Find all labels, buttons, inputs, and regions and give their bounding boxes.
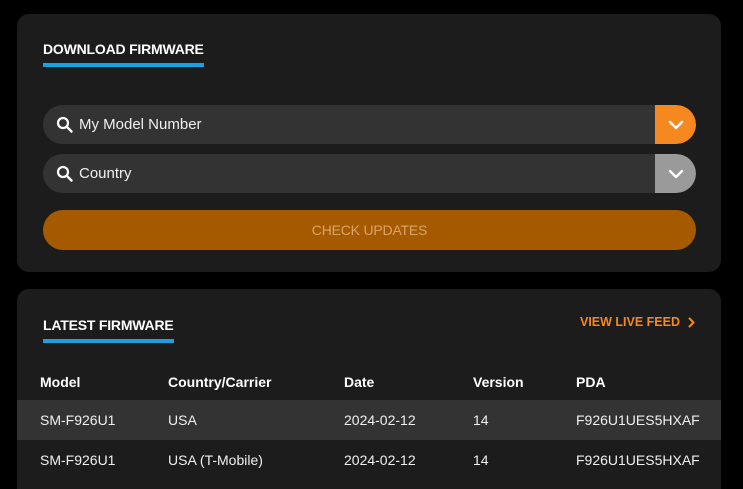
- chevron-right-icon: [688, 317, 695, 327]
- download-firmware-title: DOWNLOAD FIRMWARE: [43, 41, 204, 67]
- model-number-input[interactable]: [79, 105, 639, 144]
- column-header-pda: PDA: [576, 374, 606, 390]
- country-field[interactable]: [43, 154, 696, 193]
- latest-firmware-card: LATEST FIRMWARE VIEW LIVE FEED Model Cou…: [17, 289, 721, 489]
- search-icon: [56, 165, 73, 182]
- view-live-feed-link[interactable]: VIEW LIVE FEED: [580, 315, 695, 329]
- column-header-model: Model: [40, 374, 81, 390]
- country-dropdown-button[interactable]: [655, 154, 696, 193]
- latest-firmware-title: LATEST FIRMWARE: [43, 317, 174, 343]
- download-firmware-card: DOWNLOAD FIRMWARE CHECK UPDATES: [17, 14, 721, 272]
- cell-date: 2024-02-12: [344, 412, 416, 428]
- cell-date: 2024-02-12: [344, 452, 416, 468]
- cell-model: SM-F926U1: [40, 412, 116, 428]
- model-number-field[interactable]: [43, 105, 696, 144]
- table-row[interactable]: SM-F926U1 USA (T-Mobile) 2024-02-12 14 F…: [17, 440, 721, 480]
- chevron-down-icon: [668, 120, 683, 129]
- cell-pda: F926U1UES5HXAF: [576, 452, 700, 468]
- cell-pda: F926U1UES5HXAF: [576, 412, 700, 428]
- check-updates-button[interactable]: CHECK UPDATES: [43, 210, 696, 250]
- search-icon: [56, 116, 73, 133]
- cell-version: 14: [473, 452, 489, 468]
- firmware-table: Model Country/Carrier Date Version PDA S…: [17, 374, 721, 480]
- column-header-version: Version: [473, 374, 524, 390]
- cell-country: USA: [168, 412, 197, 428]
- column-header-country: Country/Carrier: [168, 374, 272, 390]
- cell-country: USA (T-Mobile): [168, 452, 263, 468]
- cell-model: SM-F926U1: [40, 452, 116, 468]
- model-dropdown-button[interactable]: [655, 105, 696, 144]
- country-input[interactable]: [79, 154, 639, 193]
- view-live-feed-label: VIEW LIVE FEED: [579, 315, 680, 329]
- cell-version: 14: [473, 412, 489, 428]
- table-row[interactable]: SM-F926U1 USA 2024-02-12 14 F926U1UES5HX…: [17, 400, 721, 440]
- chevron-down-icon: [668, 169, 683, 178]
- table-header-row: Model Country/Carrier Date Version PDA: [17, 374, 721, 400]
- column-header-date: Date: [344, 374, 375, 390]
